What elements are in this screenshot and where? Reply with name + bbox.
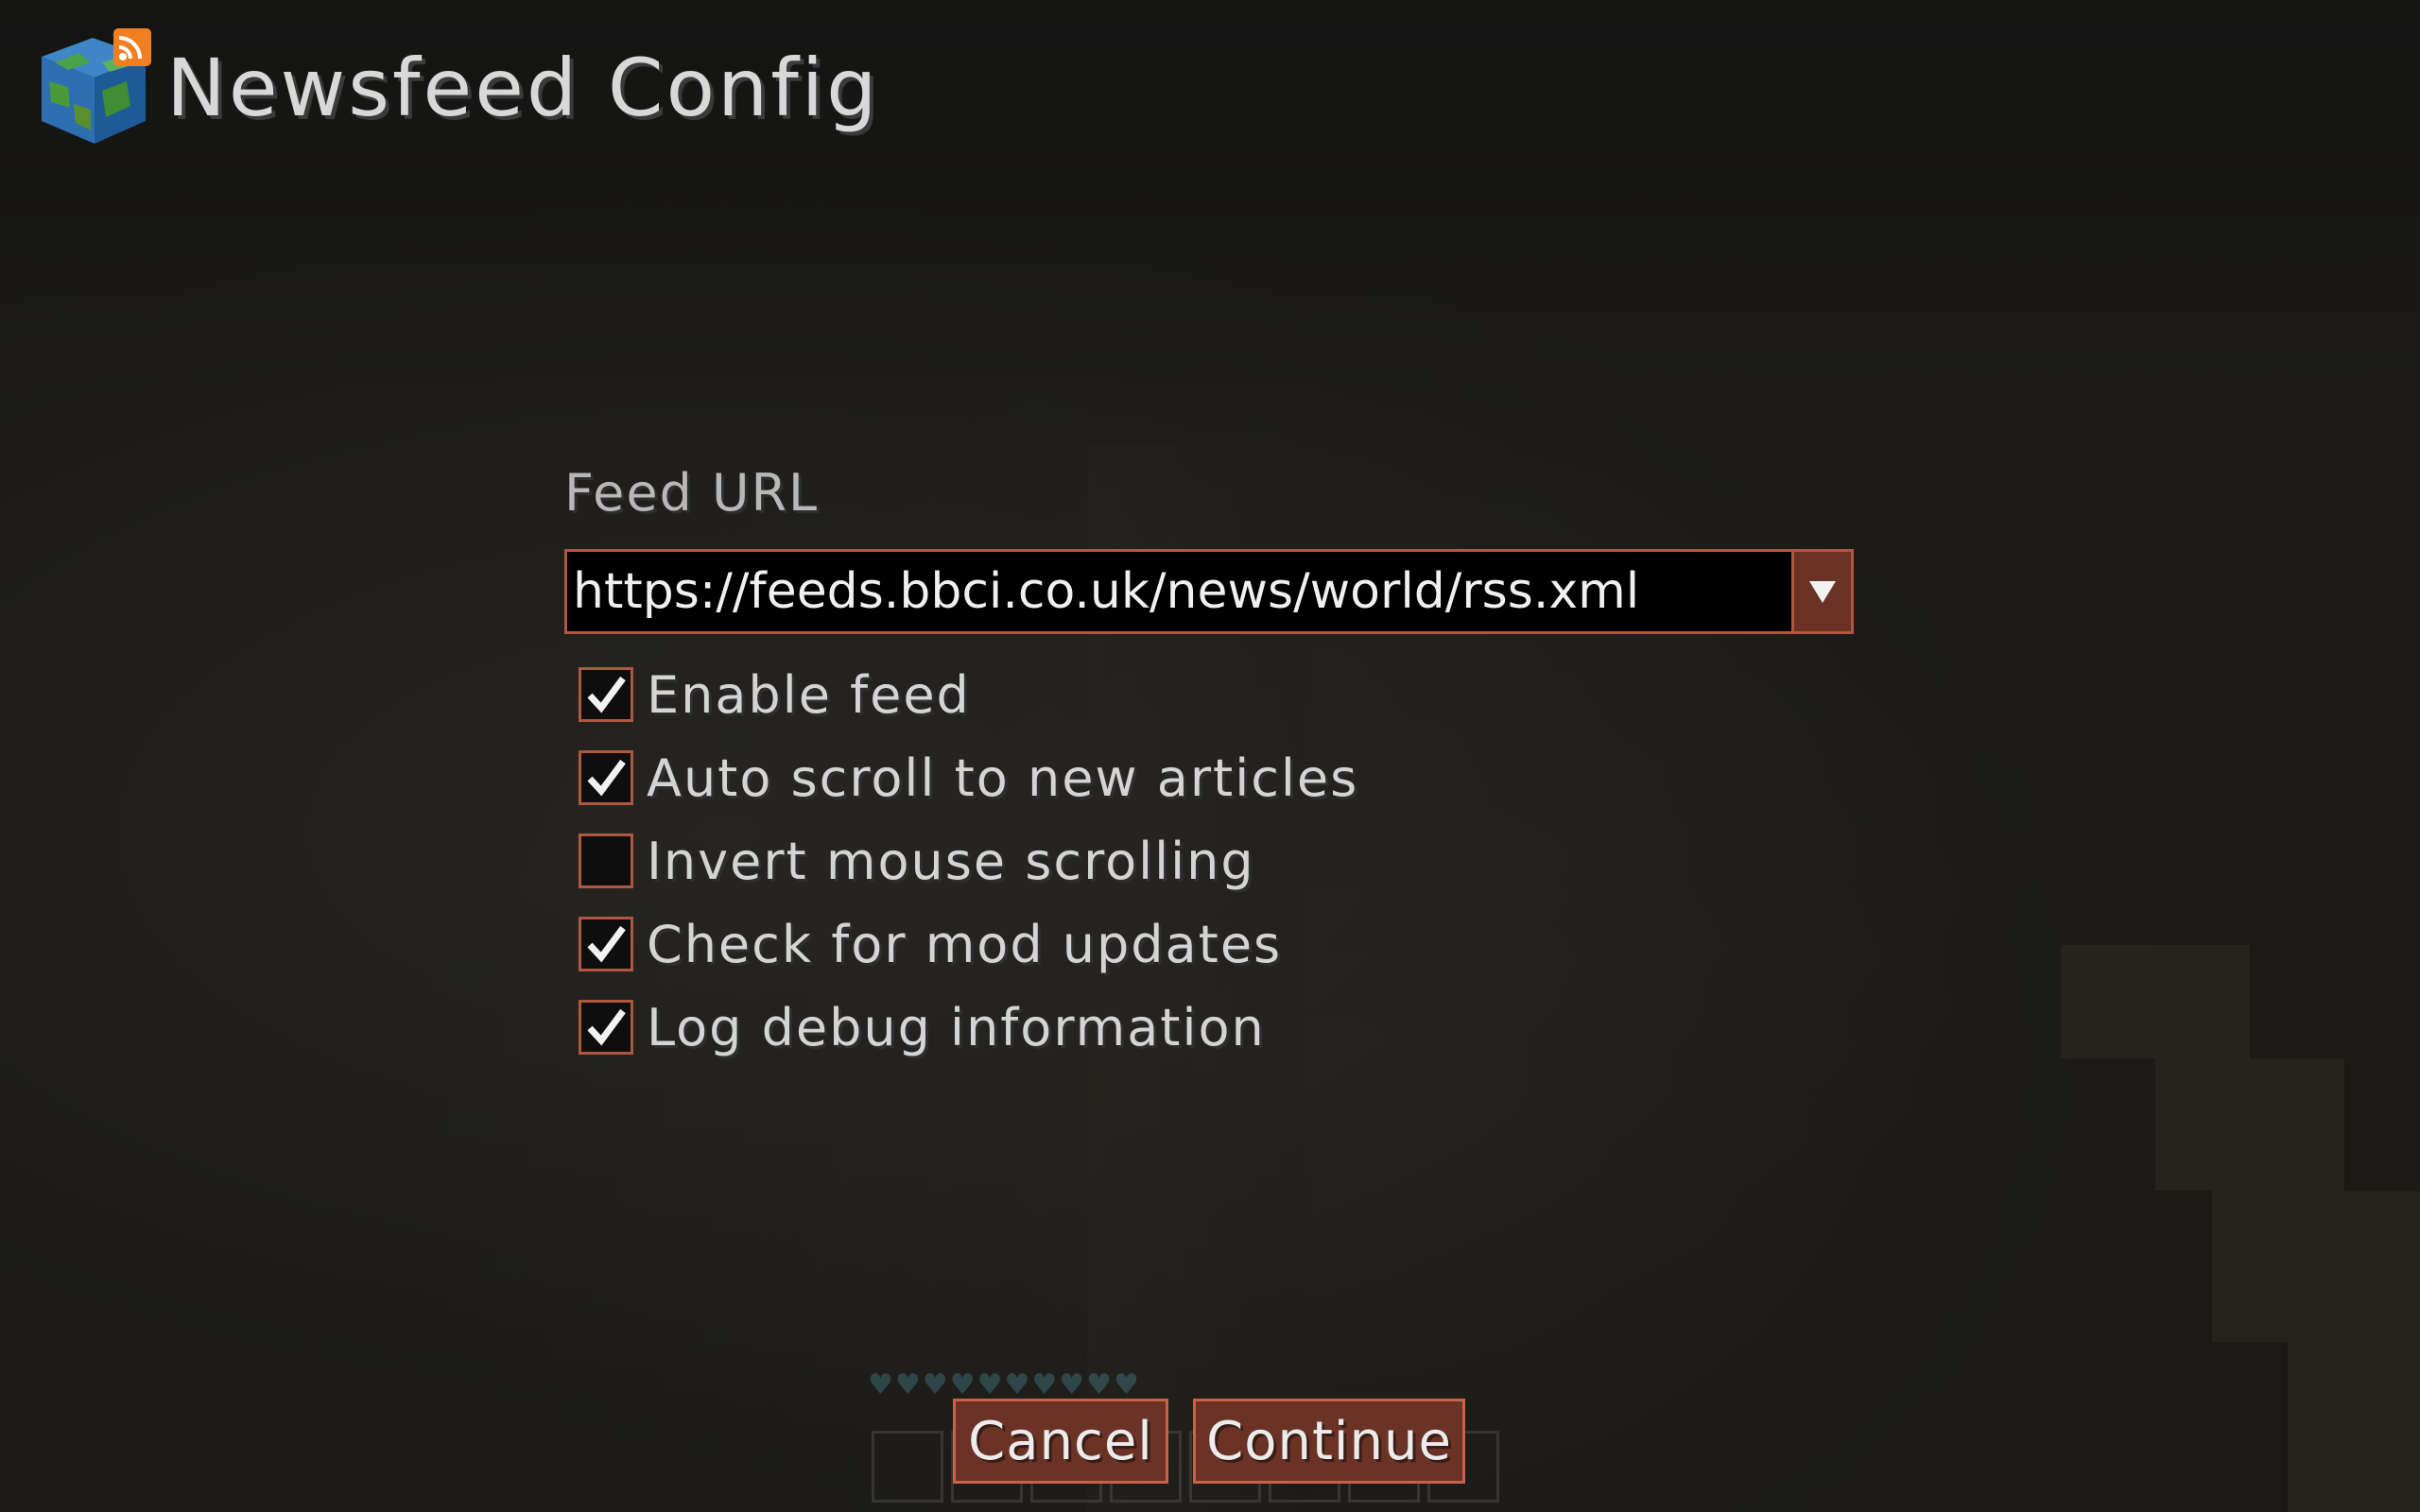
option-label: Invert mouse scrolling (647, 831, 1255, 891)
config-form: Feed URL https://feeds.bbci.co.uk/news/w… (564, 463, 1854, 1069)
dialog-buttons: Cancel Continue (953, 1399, 1465, 1484)
feed-url-label: Feed URL (564, 463, 820, 523)
continue-button[interactable]: Continue (1193, 1399, 1465, 1484)
dropdown-button[interactable] (1791, 552, 1851, 631)
cancel-button[interactable]: Cancel (953, 1399, 1168, 1484)
page-title: Newsfeed Config (166, 42, 880, 134)
option-check-updates[interactable]: Check for mod updates (579, 902, 1854, 986)
feed-url-input[interactable]: https://feeds.bbci.co.uk/news/world/rss.… (567, 552, 1791, 631)
invert-scrolling-checkbox[interactable] (579, 833, 633, 888)
option-auto-scroll[interactable]: Auto scroll to new articles (579, 736, 1854, 819)
option-invert-scrolling[interactable]: Invert mouse scrolling (579, 819, 1854, 902)
triangle-down-icon (1809, 581, 1836, 603)
checkmark-icon (587, 759, 626, 797)
checkmark-icon (587, 676, 626, 713)
hearts-icon: ♥♥♥♥♥♥♥♥♥♥ (868, 1368, 1141, 1401)
auto-scroll-checkbox[interactable] (579, 750, 633, 805)
feed-url-combobox[interactable]: https://feeds.bbci.co.uk/news/world/rss.… (564, 549, 1854, 634)
option-label: Log debug information (647, 997, 1266, 1057)
game-config-screen: Newsfeed Config Feed URL https://feeds.b… (0, 0, 2420, 1512)
header: Newsfeed Config (36, 28, 879, 147)
checkmark-icon (587, 925, 626, 963)
check-updates-checkbox[interactable] (579, 917, 633, 971)
option-log-debug[interactable]: Log debug information (579, 986, 1854, 1069)
enable-feed-checkbox[interactable] (579, 667, 633, 722)
checkmark-icon (587, 1008, 626, 1046)
option-enable-feed[interactable]: Enable feed (579, 653, 1854, 736)
option-label: Check for mod updates (647, 914, 1283, 974)
hotbar-slot (872, 1431, 943, 1503)
log-debug-checkbox[interactable] (579, 1000, 633, 1055)
globe-rss-icon (36, 28, 151, 147)
options-list: Enable feed Auto scroll to new articles … (579, 653, 1854, 1069)
option-label: Auto scroll to new articles (647, 747, 1359, 808)
option-label: Enable feed (647, 664, 971, 725)
background-blocks (1985, 869, 2420, 1512)
